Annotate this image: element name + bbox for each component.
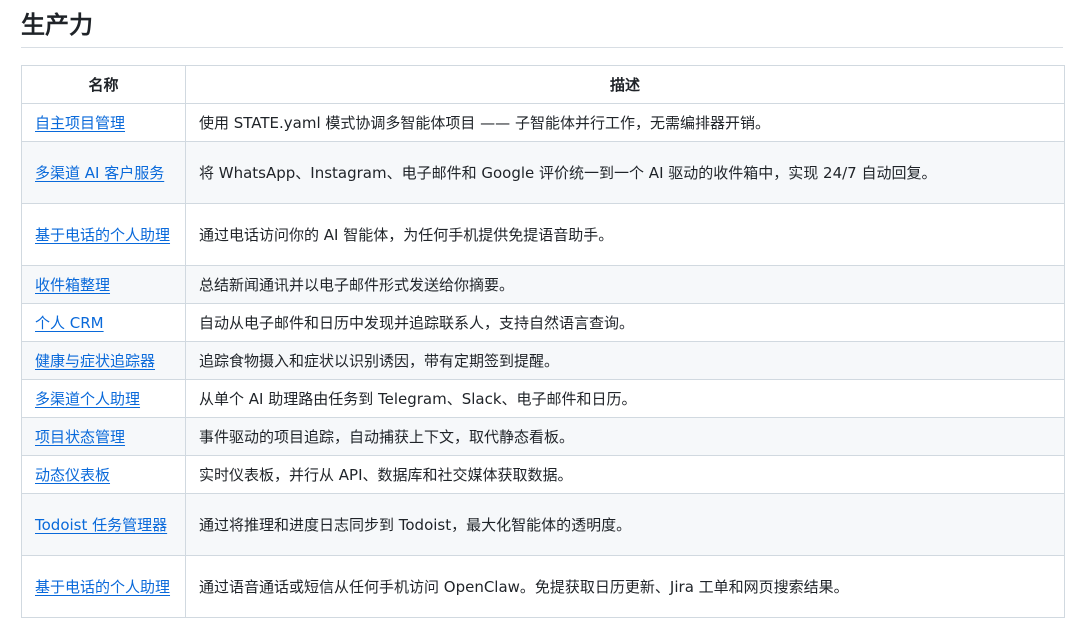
- column-header-name: 名称: [21, 65, 186, 104]
- item-name-link[interactable]: 健康与症状追踪器: [35, 352, 155, 370]
- table-row: 多渠道 AI 客户服务 将 WhatsApp、Instagram、电子邮件和 G…: [21, 141, 1065, 204]
- name-cell: 项目状态管理: [21, 417, 186, 456]
- description-cell: 自动从电子邮件和日历中发现并追踪联系人，支持自然语言查询。: [185, 303, 1065, 342]
- table-row: 基于电话的个人助理 通过语音通话或短信从任何手机访问 OpenClaw。免提获取…: [21, 555, 1065, 618]
- table-row: 多渠道个人助理 从单个 AI 助理路由任务到 Telegram、Slack、电子…: [21, 379, 1065, 418]
- table-row: Todoist 任务管理器 通过将推理和进度日志同步到 Todoist，最大化智…: [21, 493, 1065, 556]
- description-cell: 从单个 AI 助理路由任务到 Telegram、Slack、电子邮件和日历。: [185, 379, 1065, 418]
- name-cell: 动态仪表板: [21, 455, 186, 494]
- table-row: 动态仪表板 实时仪表板，并行从 API、数据库和社交媒体获取数据。: [21, 455, 1065, 494]
- name-cell: 收件箱整理: [21, 265, 186, 304]
- column-header-description: 描述: [185, 65, 1065, 104]
- name-cell: 多渠道 AI 客户服务: [21, 141, 186, 204]
- name-cell: 多渠道个人助理: [21, 379, 186, 418]
- title-divider: [21, 47, 1063, 48]
- table-row: 基于电话的个人助理 通过电话访问你的 AI 智能体，为任何手机提供免提语音助手。: [21, 203, 1065, 266]
- item-name-link[interactable]: 基于电话的个人助理: [35, 226, 170, 244]
- item-name-link[interactable]: 自主项目管理: [35, 114, 125, 132]
- description-cell: 总结新闻通讯并以电子邮件形式发送给你摘要。: [185, 265, 1065, 304]
- name-cell: Todoist 任务管理器: [21, 493, 186, 556]
- description-cell: 通过将推理和进度日志同步到 Todoist，最大化智能体的透明度。: [185, 493, 1065, 556]
- table-row: 个人 CRM 自动从电子邮件和日历中发现并追踪联系人，支持自然语言查询。: [21, 303, 1065, 342]
- item-name-link[interactable]: 收件箱整理: [35, 276, 110, 294]
- description-cell: 事件驱动的项目追踪，自动捕获上下文，取代静态看板。: [185, 417, 1065, 456]
- description-cell: 通过语音通话或短信从任何手机访问 OpenClaw。免提获取日历更新、Jira …: [185, 555, 1065, 618]
- item-name-link[interactable]: 基于电话的个人助理: [35, 578, 170, 596]
- table-header-row: 名称 描述: [21, 65, 1065, 104]
- description-cell: 使用 STATE.yaml 模式协调多智能体项目 —— 子智能体并行工作，无需编…: [185, 103, 1065, 142]
- item-name-link[interactable]: 多渠道个人助理: [35, 390, 140, 408]
- item-name-link[interactable]: 动态仪表板: [35, 466, 110, 484]
- description-cell: 实时仪表板，并行从 API、数据库和社交媒体获取数据。: [185, 455, 1065, 494]
- name-cell: 个人 CRM: [21, 303, 186, 342]
- item-name-link[interactable]: 多渠道 AI 客户服务: [35, 164, 164, 182]
- table-row: 健康与症状追踪器 追踪食物摄入和症状以识别诱因，带有定期签到提醒。: [21, 341, 1065, 380]
- name-cell: 基于电话的个人助理: [21, 203, 186, 266]
- item-name-link[interactable]: Todoist 任务管理器: [35, 516, 167, 534]
- page: 生产力 名称 描述 自主项目管理 使用 STATE.yaml 模式协调多智能体项…: [0, 0, 1080, 625]
- productivity-table: 名称 描述 自主项目管理 使用 STATE.yaml 模式协调多智能体项目 ——…: [21, 65, 1065, 618]
- description-cell: 通过电话访问你的 AI 智能体，为任何手机提供免提语音助手。: [185, 203, 1065, 266]
- description-cell: 将 WhatsApp、Instagram、电子邮件和 Google 评价统一到一…: [185, 141, 1065, 204]
- name-cell: 基于电话的个人助理: [21, 555, 186, 618]
- table-row: 收件箱整理 总结新闻通讯并以电子邮件形式发送给你摘要。: [21, 265, 1065, 304]
- name-cell: 健康与症状追踪器: [21, 341, 186, 380]
- description-cell: 追踪食物摄入和症状以识别诱因，带有定期签到提醒。: [185, 341, 1065, 380]
- name-cell: 自主项目管理: [21, 103, 186, 142]
- item-name-link[interactable]: 项目状态管理: [35, 428, 125, 446]
- table-row: 项目状态管理 事件驱动的项目追踪，自动捕获上下文，取代静态看板。: [21, 417, 1065, 456]
- item-name-link[interactable]: 个人 CRM: [35, 314, 104, 332]
- section-title: 生产力: [21, 11, 93, 39]
- table-row: 自主项目管理 使用 STATE.yaml 模式协调多智能体项目 —— 子智能体并…: [21, 103, 1065, 142]
